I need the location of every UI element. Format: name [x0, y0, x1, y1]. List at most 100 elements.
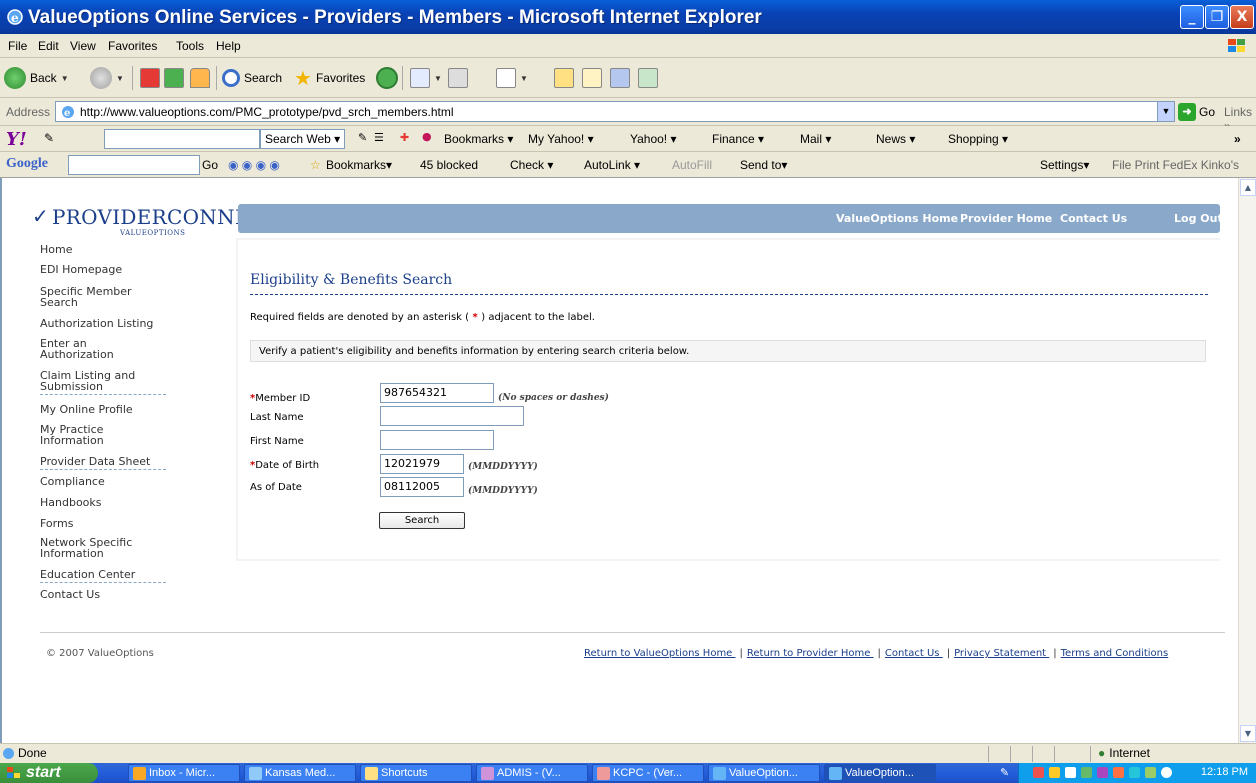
- last-name-input[interactable]: [380, 406, 524, 426]
- leftnav-my-practice-information[interactable]: My Practice Information: [40, 424, 150, 446]
- mail-button[interactable]: ▼: [410, 66, 442, 90]
- task-inbox[interactable]: Inbox - Micr...: [128, 764, 240, 782]
- discuss-button[interactable]: [554, 66, 574, 90]
- as-of-date-input[interactable]: 08112005: [380, 477, 464, 497]
- taskbar-clock[interactable]: 12:18 PM: [1201, 766, 1248, 778]
- refresh-button[interactable]: [164, 66, 184, 90]
- forward-button[interactable]: ▼: [90, 66, 124, 90]
- leftnav-compliance[interactable]: Compliance: [40, 476, 105, 487]
- providerconnect-logo[interactable]: ✓ PROVIDERCONNECT VALUEOPTIONS: [32, 204, 279, 240]
- go-button[interactable]: ➜ Go: [1178, 103, 1215, 121]
- scroll-down-icon[interactable]: ▼: [1240, 725, 1256, 742]
- highlight-icon[interactable]: ✎: [358, 131, 367, 144]
- address-input[interactable]: e http://www.valueoptions.com/PMC_protot…: [55, 101, 1175, 122]
- menu-help[interactable]: Help: [216, 39, 241, 53]
- yahoo-bookmarks[interactable]: Bookmarks ▾: [444, 132, 513, 146]
- pencil-icon[interactable]: ✎: [44, 131, 54, 145]
- research-button[interactable]: [582, 66, 602, 90]
- tray-icon-6[interactable]: [1113, 767, 1124, 778]
- footer-link-provider-home[interactable]: Return to Provider Home: [747, 648, 874, 659]
- messenger-button[interactable]: [610, 66, 630, 90]
- google-spellcheck[interactable]: Check ▾: [510, 158, 553, 172]
- yahoo-mail[interactable]: Mail ▾: [800, 132, 831, 146]
- tray-icon-3[interactable]: [1065, 767, 1076, 778]
- dob-input[interactable]: 12021979: [380, 454, 464, 474]
- home-button[interactable]: [190, 66, 210, 90]
- menu-view[interactable]: View: [70, 39, 96, 53]
- google-settings[interactable]: Settings▾: [1040, 158, 1089, 172]
- leftnav-network-specific-information[interactable]: Network Specific Information: [40, 537, 150, 559]
- quill-icon[interactable]: ✎: [1000, 766, 1009, 779]
- google-bookmarks[interactable]: Bookmarks▾: [326, 158, 392, 172]
- tray-icon-8[interactable]: [1145, 767, 1156, 778]
- task-valueoptions-2[interactable]: ValueOption...: [824, 764, 936, 782]
- google-go-button[interactable]: Go: [202, 158, 218, 172]
- tray-icon-7[interactable]: [1129, 767, 1140, 778]
- menu-file[interactable]: File: [8, 39, 27, 53]
- menu-favorites[interactable]: Favorites: [108, 39, 157, 53]
- task-kcpc[interactable]: KCPC - (Ver...: [592, 764, 704, 782]
- menu-tools[interactable]: Tools: [176, 39, 204, 53]
- google-logo[interactable]: Google: [6, 156, 48, 172]
- leftnav-handbooks[interactable]: Handbooks: [40, 497, 102, 508]
- leftnav-specific-member-search[interactable]: Specific Member Search: [40, 286, 160, 308]
- footer-link-terms[interactable]: Terms and Conditions: [1061, 648, 1169, 659]
- tray-icon-4[interactable]: [1081, 767, 1092, 778]
- clock-icon[interactable]: [1161, 767, 1172, 778]
- leftnav-authorization-listing[interactable]: Authorization Listing: [40, 318, 153, 329]
- task-kansas-med[interactable]: Kansas Med...: [244, 764, 356, 782]
- people-button[interactable]: [638, 66, 658, 90]
- footer-link-valueoptions-home[interactable]: Return to ValueOptions Home: [584, 648, 736, 659]
- restore-button[interactable]: ❐: [1205, 5, 1229, 29]
- yahoo-my-yahoo[interactable]: My Yahoo! ▾: [528, 132, 594, 146]
- leftnav-forms[interactable]: Forms: [40, 518, 73, 529]
- tray-icon-2[interactable]: [1049, 767, 1060, 778]
- menu-icon[interactable]: ☰: [374, 131, 384, 144]
- edit-word-button[interactable]: ▼: [496, 66, 528, 90]
- leftnav-edi-homepage[interactable]: EDI Homepage: [40, 264, 122, 275]
- first-name-input[interactable]: [380, 430, 494, 450]
- fedex-kinkos-button[interactable]: File Print FedEx Kinko's: [1112, 158, 1239, 172]
- history-button[interactable]: [376, 66, 398, 90]
- back-button[interactable]: Back ▼: [4, 66, 69, 90]
- footer-link-contact-us[interactable]: Contact Us: [885, 648, 943, 659]
- stop-button[interactable]: [140, 66, 160, 90]
- nav-valueoptions-home[interactable]: ValueOptions Home: [836, 212, 958, 225]
- task-admis[interactable]: ADMIS - (V...: [476, 764, 588, 782]
- close-button[interactable]: X: [1230, 5, 1254, 29]
- leftnav-my-online-profile[interactable]: My Online Profile: [40, 404, 133, 415]
- google-send-to[interactable]: Send to▾: [740, 158, 787, 172]
- chevron-right-icon[interactable]: »: [1234, 132, 1241, 146]
- leftnav-education-center[interactable]: Education Center: [40, 569, 166, 583]
- search-submit-button[interactable]: Search: [379, 512, 465, 529]
- footer-link-privacy[interactable]: Privacy Statement: [954, 648, 1049, 659]
- leftnav-enter-authorization[interactable]: Enter an Authorization: [40, 338, 150, 360]
- search-button[interactable]: Search: [222, 66, 282, 90]
- task-valueoptions-1[interactable]: ValueOption...: [708, 764, 820, 782]
- favorites-button[interactable]: ★ Favorites: [294, 66, 365, 90]
- nav-contact-us[interactable]: Contact Us: [1060, 212, 1127, 225]
- leftnav-home[interactable]: Home: [40, 244, 72, 255]
- yahoo-search-web-button[interactable]: Search Web ▾: [260, 129, 346, 149]
- address-dropdown-icon[interactable]: ▼: [1157, 102, 1174, 121]
- yahoo-news[interactable]: News ▾: [876, 132, 915, 146]
- scroll-up-icon[interactable]: ▲: [1240, 179, 1256, 196]
- leftnav-contact-us[interactable]: Contact Us: [40, 589, 100, 600]
- leftnav-claim-listing[interactable]: Claim Listing and Submission: [40, 370, 166, 395]
- vertical-scrollbar[interactable]: ▲ ▼: [1238, 178, 1256, 743]
- menu-edit[interactable]: Edit: [38, 39, 59, 53]
- print-button[interactable]: [448, 66, 468, 90]
- yahoo-yahoo[interactable]: Yahoo! ▾: [630, 132, 677, 146]
- google-icons-group[interactable]: ◉ ◉ ◉ ◉: [228, 158, 280, 172]
- tray-icon-5[interactable]: [1097, 767, 1108, 778]
- yahoo-shopping[interactable]: Shopping ▾: [948, 132, 1008, 146]
- leftnav-provider-data-sheet[interactable]: Provider Data Sheet: [40, 456, 166, 470]
- nav-log-out[interactable]: Log Out: [1174, 212, 1223, 225]
- window-title-bar[interactable]: e ValueOptions Online Services - Provide…: [0, 0, 1256, 34]
- google-autolink[interactable]: AutoLink ▾: [584, 158, 640, 172]
- member-id-input[interactable]: 987654321: [380, 383, 494, 403]
- nav-provider-home[interactable]: Provider Home: [960, 212, 1052, 225]
- yahoo-logo[interactable]: Y!: [6, 129, 27, 150]
- task-shortcuts[interactable]: Shortcuts: [360, 764, 472, 782]
- yahoo-search-input[interactable]: [104, 129, 260, 149]
